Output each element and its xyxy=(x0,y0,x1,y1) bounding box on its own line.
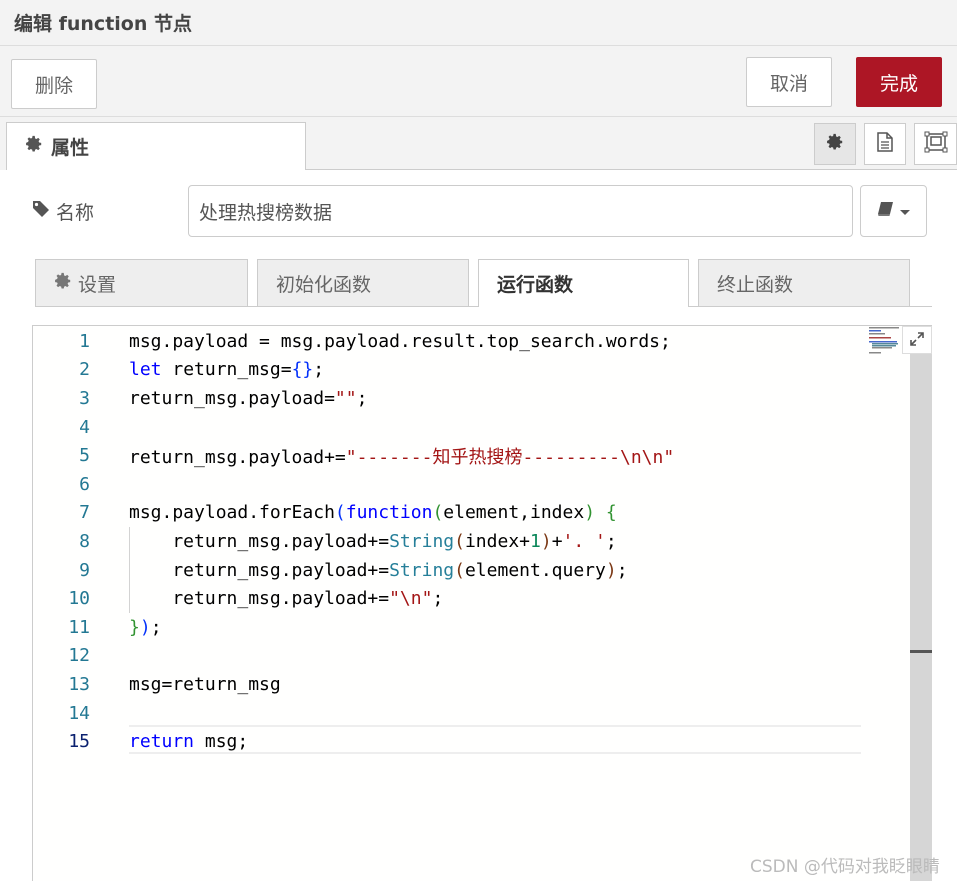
line-number: 1 xyxy=(79,330,90,352)
active-tab-joint xyxy=(479,305,688,308)
done-button[interactable]: 完成 xyxy=(856,57,942,107)
library-button[interactable] xyxy=(860,185,927,237)
node-description-button[interactable] xyxy=(864,123,906,165)
tab-on-start[interactable]: 初始化函数 xyxy=(257,259,469,307)
tab-setup[interactable]: 设置 xyxy=(35,259,248,307)
tab-on-message-label: 运行函数 xyxy=(497,274,574,296)
code-line: 4 xyxy=(32,413,862,442)
tab-on-start-label: 初始化函数 xyxy=(276,273,372,296)
tabstrip-divider xyxy=(306,169,957,170)
name-label: 名称 xyxy=(32,198,94,225)
cancel-button[interactable]: 取消 xyxy=(746,57,832,107)
node-settings-button[interactable] xyxy=(814,123,856,165)
line-number: 6 xyxy=(79,473,90,495)
line-number: 7 xyxy=(79,502,90,524)
chevron-down-icon xyxy=(899,202,911,221)
tab-on-stop[interactable]: 终止函数 xyxy=(698,259,910,307)
name-input[interactable]: 处理热搜榜数据 xyxy=(188,185,853,237)
line-number: 12 xyxy=(68,645,90,667)
tab-properties[interactable]: 属性 xyxy=(6,122,306,170)
scrollbar-cursor-marker xyxy=(910,650,932,653)
code-line: 3 return_msg.payload=""; xyxy=(32,384,862,413)
line-number: 15 xyxy=(68,731,90,753)
line-number: 9 xyxy=(79,559,90,581)
node-appearance-button[interactable] xyxy=(914,123,957,165)
line-number: 3 xyxy=(79,387,90,409)
code-line: 13 msg=return_msg xyxy=(32,670,862,699)
tab-properties-label: 属性 xyxy=(51,137,90,159)
tab-on-stop-label: 终止函数 xyxy=(717,273,794,296)
line-number: 13 xyxy=(68,673,90,695)
code-line: 7 msg.payload.forEach(function(element,in… xyxy=(32,499,862,528)
document-icon xyxy=(876,132,894,156)
gear-icon xyxy=(826,133,844,155)
line-number: 2 xyxy=(79,359,90,381)
tag-icon xyxy=(32,200,50,223)
code-line: 2 let return_msg={}; xyxy=(32,356,862,385)
line-number: 5 xyxy=(79,445,90,467)
dialog-title: 编辑 function 节点 xyxy=(14,13,192,35)
code-line: 14 xyxy=(32,699,862,728)
code-line: 6 xyxy=(32,470,862,499)
code-line: 12 xyxy=(32,642,862,671)
name-label-text: 名称 xyxy=(56,202,95,224)
code-line: 1 msg.payload = msg.payload.result.top_se… xyxy=(32,327,862,356)
line-number: 14 xyxy=(68,702,90,724)
code-lines[interactable]: 1 msg.payload = msg.payload.result.top_se… xyxy=(32,327,862,756)
delete-button[interactable]: 删除 xyxy=(11,59,97,109)
editor-scrollbar[interactable] xyxy=(910,354,932,881)
gear-icon xyxy=(25,135,43,158)
expand-icon xyxy=(910,331,924,350)
gear-icon xyxy=(54,272,72,295)
line-number: 4 xyxy=(79,416,90,438)
code-line: 9 return_msg.payload+=String(element.que… xyxy=(32,556,862,585)
line-number: 8 xyxy=(79,530,90,552)
code-minimap[interactable] xyxy=(868,326,902,356)
line-number: 11 xyxy=(68,616,90,638)
code-line: 10 return_msg.payload+="\n"; xyxy=(32,584,862,613)
code-line: 8 return_msg.payload+=String(index+1)+'.… xyxy=(32,527,862,556)
appearance-icon xyxy=(924,131,948,157)
expand-editor-button[interactable] xyxy=(902,326,932,354)
book-icon xyxy=(877,201,895,221)
code-line-active: 15 return msg; xyxy=(32,727,862,756)
watermark: CSDN @代码对我眨眼睛 xyxy=(750,857,940,877)
tab-setup-label: 设置 xyxy=(78,273,117,296)
line-number: 10 xyxy=(68,588,90,610)
code-line: 5 return_msg.payload+="-------知乎热搜榜------… xyxy=(32,441,862,470)
tab-on-message[interactable]: 运行函数 xyxy=(478,259,689,307)
code-line: 11}); xyxy=(32,613,862,642)
